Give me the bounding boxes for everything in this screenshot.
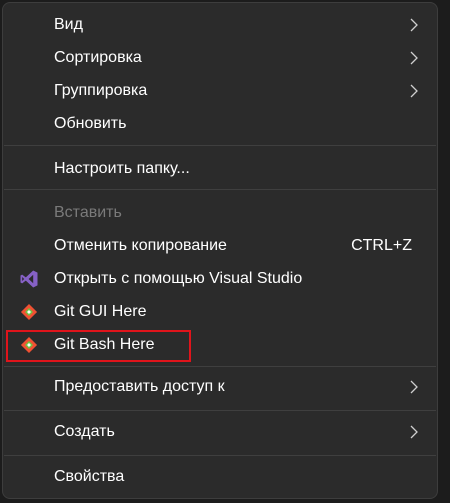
chevron-right-icon: [410, 380, 418, 394]
menu-item-sort[interactable]: Сортировка: [3, 42, 437, 74]
menu-item-label: Обновить: [54, 115, 127, 132]
chevron-right-icon: [410, 51, 418, 65]
highlight-box: [6, 330, 191, 362]
shortcut-label: CTRL+Z: [351, 237, 412, 254]
menu-item-label: Настроить папку...: [54, 160, 190, 177]
menu-item-paste: Вставить: [3, 197, 437, 229]
menu-item-refresh[interactable]: Обновить: [3, 108, 437, 140]
menu-item-give-access[interactable]: Предоставить доступ к: [3, 371, 437, 403]
menu-item-view[interactable]: Вид: [3, 9, 437, 41]
menu-item-group[interactable]: Группировка: [3, 75, 437, 107]
menu-item-label: Вид: [54, 16, 83, 33]
menu-separator: [4, 366, 436, 367]
chevron-right-icon: [410, 84, 418, 98]
visual-studio-icon: [20, 270, 38, 288]
menu-item-open-visual-studio[interactable]: Открыть с помощью Visual Studio: [3, 263, 437, 295]
chevron-right-icon: [410, 18, 418, 32]
menu-item-label: Группировка: [54, 82, 148, 99]
context-menu: Вид Сортировка Группировка Обновить Наст…: [2, 2, 438, 499]
menu-separator: [4, 145, 436, 146]
menu-item-label: Сортировка: [54, 49, 142, 66]
menu-item-label: Вставить: [54, 204, 122, 221]
menu-separator: [4, 455, 436, 456]
menu-item-label: Предоставить доступ к: [54, 378, 225, 395]
menu-item-label: Открыть с помощью Visual Studio: [54, 270, 303, 287]
menu-item-customize-folder[interactable]: Настроить папку...: [3, 153, 437, 185]
menu-separator: [4, 189, 436, 190]
menu-item-git-gui[interactable]: Git GUI Here: [3, 296, 437, 328]
chevron-right-icon: [410, 425, 418, 439]
menu-item-label: Отменить копирование: [54, 237, 227, 254]
git-icon: [20, 303, 38, 321]
menu-item-label: Git GUI Here: [54, 303, 147, 320]
menu-item-label: Свойства: [54, 468, 125, 485]
menu-item-label: Создать: [54, 423, 115, 440]
menu-item-properties[interactable]: Свойства: [3, 461, 437, 493]
menu-separator: [4, 410, 436, 411]
menu-item-new[interactable]: Создать: [3, 416, 437, 448]
menu-item-undo-copy[interactable]: Отменить копирование CTRL+Z: [3, 230, 437, 262]
